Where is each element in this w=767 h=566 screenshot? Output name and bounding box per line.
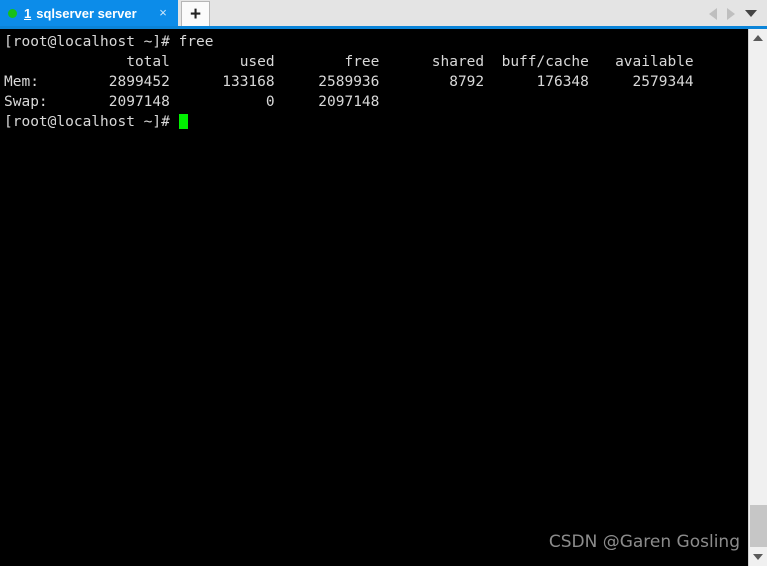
new-tab-button[interactable]: + bbox=[181, 1, 210, 27]
terminal-line-command: [root@localhost ~]# free bbox=[4, 34, 214, 50]
connected-status-dot bbox=[8, 9, 17, 18]
watermark-label: CSDN @Garen Gosling bbox=[548, 532, 740, 552]
next-tab-arrow-icon[interactable] bbox=[727, 7, 735, 20]
terminal-line-mem: Mem: 2899452 133168 2589936 8792 176348 … bbox=[4, 74, 694, 90]
terminal-line-prompt-idle: [root@localhost ~]# bbox=[4, 112, 748, 132]
prev-tab-arrow-icon[interactable] bbox=[709, 7, 717, 20]
terminal-line-swap: Swap: 2097148 0 2097148 bbox=[4, 94, 380, 110]
chevron-up-icon bbox=[753, 35, 763, 41]
tab-title-label: sqlserver server bbox=[36, 6, 137, 21]
scrollbar-thumb[interactable] bbox=[750, 505, 767, 547]
vertical-scrollbar[interactable] bbox=[748, 29, 767, 566]
titlebar-controls bbox=[709, 0, 763, 27]
terminal-output-area[interactable]: [root@localhost ~]# free total used free… bbox=[0, 29, 748, 566]
block-cursor bbox=[178, 114, 188, 129]
titlebar: 1 sqlserver server × + bbox=[0, 0, 767, 29]
close-icon[interactable]: × bbox=[156, 6, 170, 20]
prompt-text: [root@localhost ~]# bbox=[4, 114, 179, 130]
tab-sqlserver-server[interactable]: 1 sqlserver server × bbox=[0, 0, 178, 27]
chevron-down-icon[interactable] bbox=[745, 10, 757, 17]
chevron-down-icon bbox=[753, 554, 763, 560]
tab-index-label: 1 bbox=[24, 6, 32, 21]
terminal-line-headers: total used free shared buff/cache availa… bbox=[4, 54, 694, 70]
scroll-up-button[interactable] bbox=[749, 29, 767, 47]
terminal-window: 1 sqlserver server × + [root@localhost ~… bbox=[0, 0, 767, 566]
plus-icon: + bbox=[189, 4, 202, 25]
scroll-down-button[interactable] bbox=[749, 548, 767, 566]
terminal-text-block: [root@localhost ~]# free total used free… bbox=[4, 32, 748, 566]
